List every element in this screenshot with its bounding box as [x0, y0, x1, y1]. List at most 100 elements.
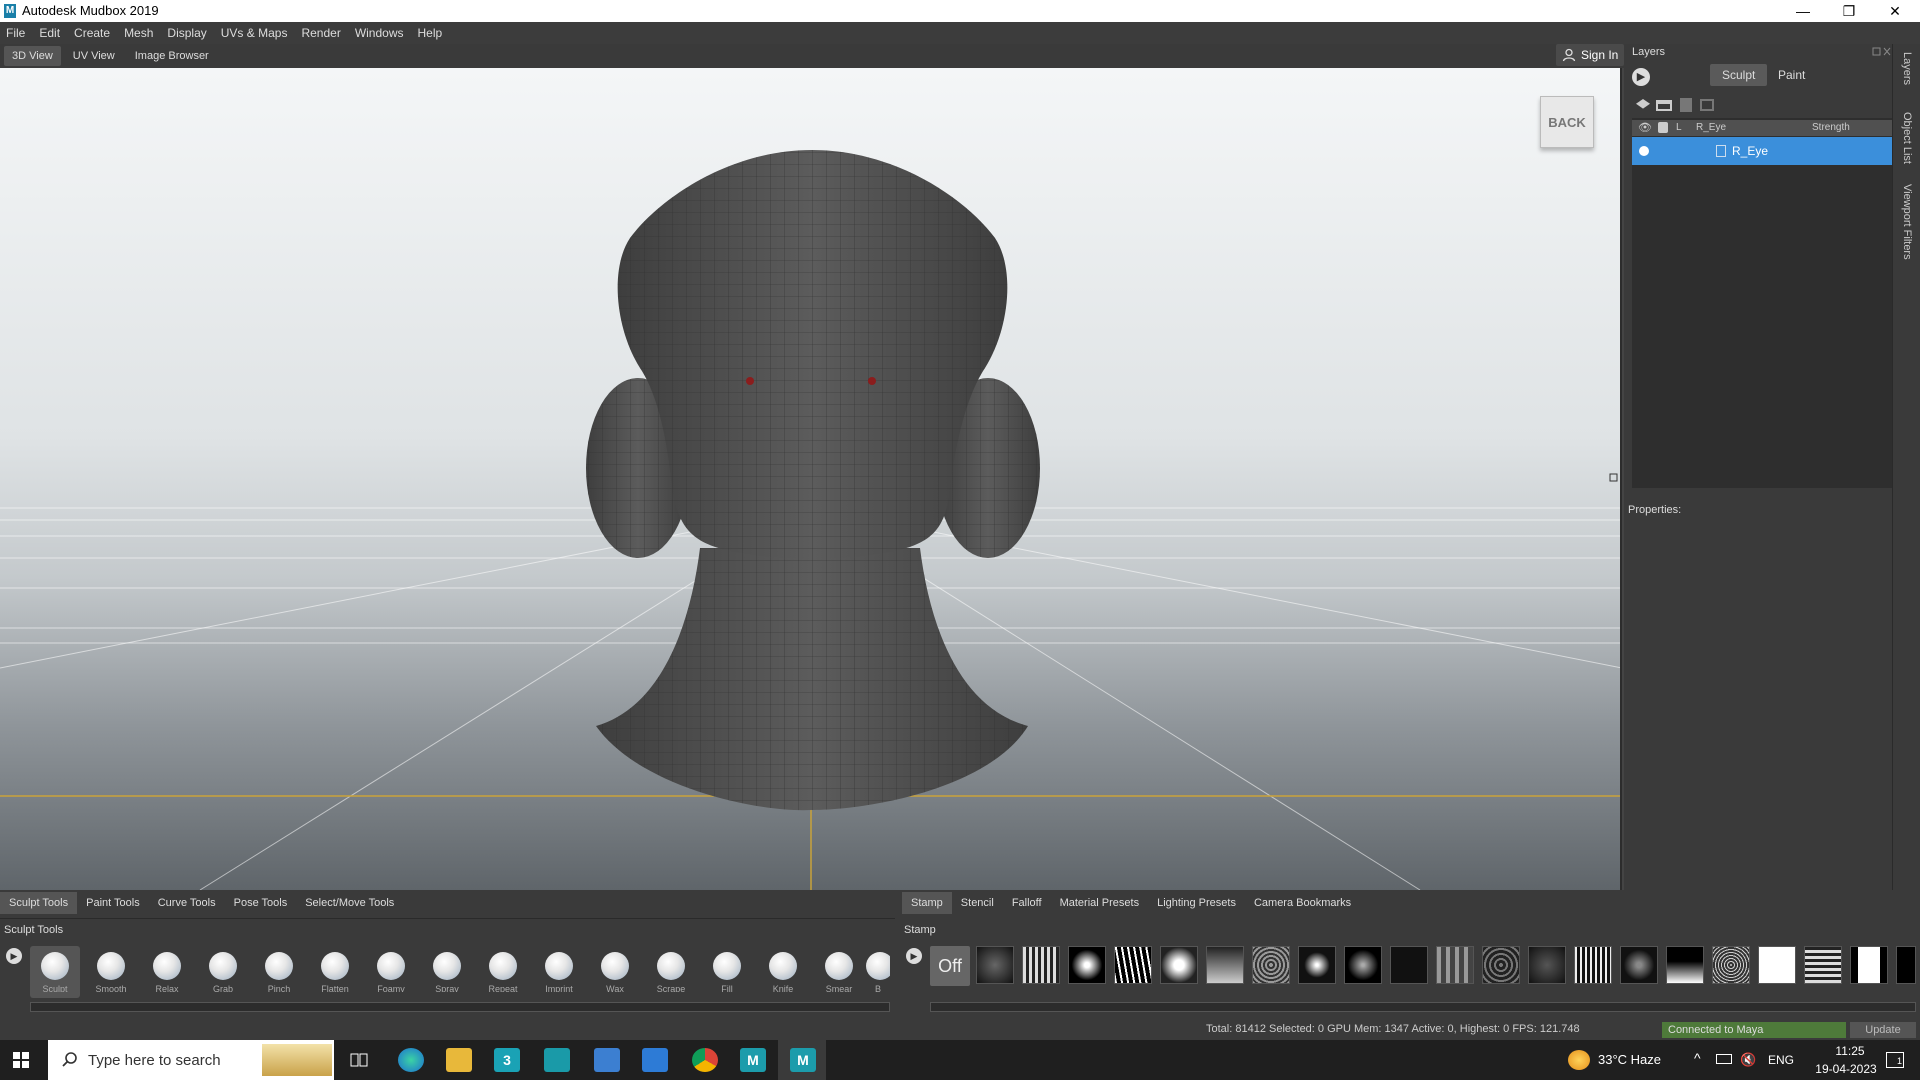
viewcube[interactable]: BACK	[1540, 96, 1594, 148]
layer-row[interactable]: R_Eye	[1632, 137, 1892, 165]
tab-stencil[interactable]: Stencil	[952, 892, 1003, 914]
chevron-up-icon[interactable]: ^	[1694, 1050, 1701, 1066]
task-view-icon[interactable]	[350, 1052, 368, 1068]
minimize-button[interactable]: —	[1780, 0, 1826, 22]
stamp-thumbnail[interactable]	[1344, 946, 1382, 984]
tool-fill[interactable]: Fill	[702, 946, 752, 998]
menu-mesh[interactable]: Mesh	[124, 26, 153, 40]
stamp-thumbnail[interactable]	[1528, 946, 1566, 984]
side-tab-layers[interactable]: Layers	[1901, 52, 1913, 85]
paint-layers-button[interactable]: Paint	[1766, 64, 1817, 86]
layer-options-icon[interactable]	[1700, 99, 1714, 111]
stamp-thumbnail[interactable]	[1252, 946, 1290, 984]
menu-display[interactable]: Display	[167, 26, 206, 40]
new-layer-icon[interactable]	[1636, 99, 1650, 109]
stamp-thumbnail[interactable]	[1436, 946, 1474, 984]
volume-muted-icon[interactable]: 🔇	[1740, 1052, 1756, 1068]
tab-sculpt-tools[interactable]: Sculpt Tools	[0, 892, 78, 914]
tool-smear[interactable]: Smear	[814, 946, 864, 998]
tool-foamy[interactable]: Foamy	[366, 946, 416, 998]
delete-layer-icon[interactable]	[1680, 98, 1692, 112]
stamp-thumbnail[interactable]	[1574, 946, 1612, 984]
stamp-thumbnail[interactable]	[1620, 946, 1658, 984]
sign-in-button[interactable]: Sign In	[1556, 44, 1625, 66]
mudbox-icon[interactable]: M	[740, 1048, 766, 1072]
tool-b[interactable]: B	[866, 946, 890, 998]
stamp-thumbnail[interactable]	[1850, 946, 1888, 984]
tool-spray[interactable]: Spray	[422, 946, 472, 998]
restore-button[interactable]: ❐	[1826, 0, 1872, 22]
tab-3d-view[interactable]: 3D View	[4, 46, 61, 66]
tool-smooth[interactable]: Smooth	[86, 946, 136, 998]
tool-imprint[interactable]: Imprint	[534, 946, 584, 998]
tool-scrape[interactable]: Scrape	[646, 946, 696, 998]
stamp-scrollbar[interactable]	[930, 1002, 1916, 1012]
tab-select-move-tools[interactable]: Select/Move Tools	[296, 892, 403, 914]
layers-list[interactable]	[1632, 118, 1892, 488]
windows-start-icon[interactable]	[13, 1052, 29, 1068]
stamp-thumbnail[interactable]	[1160, 946, 1198, 984]
maya-icon[interactable]	[544, 1048, 570, 1072]
stamp-thumbnail[interactable]	[1022, 946, 1060, 984]
notifications-icon[interactable]: 1	[1886, 1052, 1904, 1068]
menu-windows[interactable]: Windows	[355, 26, 404, 40]
3d-viewport[interactable]: BACK	[0, 68, 1622, 890]
clock-date[interactable]: 19-04-2023	[1804, 1062, 1888, 1076]
layer-name[interactable]: R_Eye	[1732, 144, 1768, 158]
tab-image-browser[interactable]: Image Browser	[127, 46, 217, 66]
tools-scroll-arrow-icon[interactable]: ▶	[6, 948, 22, 964]
tool-grab[interactable]: Grab	[198, 946, 248, 998]
tool-pinch[interactable]: Pinch	[254, 946, 304, 998]
update-button[interactable]: Update	[1850, 1022, 1916, 1038]
stamp-thumbnail[interactable]	[1114, 946, 1152, 984]
stamp-scroll-arrow-icon[interactable]: ▶	[906, 948, 922, 964]
close-button[interactable]: ✕	[1872, 0, 1918, 22]
tools-scrollbar[interactable]	[30, 1002, 890, 1012]
stamp-thumbnail[interactable]	[1666, 946, 1704, 984]
mail-icon[interactable]	[642, 1048, 668, 1072]
stamp-thumbnail[interactable]	[1298, 946, 1336, 984]
edge-browser-icon[interactable]	[398, 1048, 424, 1072]
visibility-eye-icon[interactable]: 👁	[1638, 121, 1652, 134]
tab-camera-bookmarks[interactable]: Camera Bookmarks	[1245, 892, 1360, 914]
stamp-thumbnail[interactable]	[1206, 946, 1244, 984]
stamp-thumbnail[interactable]	[1896, 946, 1916, 984]
side-tab-viewport-filters[interactable]: Viewport Filters	[1901, 184, 1913, 260]
tool-flatten[interactable]: Flatten	[310, 946, 360, 998]
stamp-off-button[interactable]: Off	[930, 946, 970, 986]
side-tab-object-list[interactable]: Object List	[1901, 112, 1913, 164]
menu-create[interactable]: Create	[74, 26, 110, 40]
menu-help[interactable]: Help	[418, 26, 443, 40]
network-icon[interactable]	[1716, 1054, 1732, 1064]
tab-falloff[interactable]: Falloff	[1003, 892, 1051, 914]
tool-sculpt[interactable]: Sculpt	[30, 946, 80, 998]
language-indicator[interactable]: ENG	[1768, 1053, 1794, 1067]
stamp-thumbnail[interactable]	[1068, 946, 1106, 984]
file-explorer-icon[interactable]	[446, 1048, 472, 1072]
stamp-thumbnail[interactable]	[1804, 946, 1842, 984]
tab-paint-tools[interactable]: Paint Tools	[77, 892, 149, 914]
menu-render[interactable]: Render	[301, 26, 340, 40]
stamp-thumbnail[interactable]	[1712, 946, 1750, 984]
tool-relax[interactable]: Relax	[142, 946, 192, 998]
tab-lighting-presets[interactable]: Lighting Presets	[1148, 892, 1245, 914]
tool-knife[interactable]: Knife	[758, 946, 808, 998]
tab-uv-view[interactable]: UV View	[65, 46, 123, 66]
chrome-icon[interactable]	[692, 1048, 718, 1072]
tool-repeat[interactable]: Repeat	[478, 946, 528, 998]
taskbar-search-box[interactable]: Type here to search	[48, 1040, 334, 1080]
layer-visibility-dot[interactable]	[1639, 146, 1649, 156]
stamp-thumbnail[interactable]	[1482, 946, 1520, 984]
tab-curve-tools[interactable]: Curve Tools	[149, 892, 225, 914]
new-folder-icon[interactable]	[1656, 100, 1672, 111]
sculpt-layers-button[interactable]: Sculpt	[1710, 64, 1768, 86]
menu-uvs-maps[interactable]: UVs & Maps	[221, 26, 288, 40]
microsoft-store-icon[interactable]	[594, 1048, 620, 1072]
3ds-max-icon[interactable]: 3	[494, 1048, 520, 1072]
mudbox-active-icon[interactable]: M	[790, 1048, 816, 1072]
tab-pose-tools[interactable]: Pose Tools	[225, 892, 297, 914]
stamp-thumbnail[interactable]	[1758, 946, 1796, 984]
lock-icon[interactable]	[1658, 122, 1668, 133]
tool-wax[interactable]: Wax	[590, 946, 640, 998]
stamp-thumbnail[interactable]	[976, 946, 1014, 984]
